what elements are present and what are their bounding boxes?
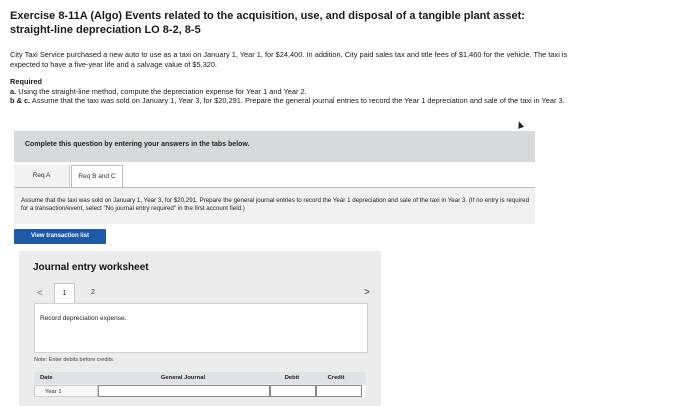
tab-req-b-and-c[interactable]: Req B and C xyxy=(71,165,123,187)
chevron-right-icon[interactable]: > xyxy=(364,287,370,298)
req-bc-text: Assume that the taxi was sold on January… xyxy=(31,96,565,105)
journal-table-header: Date General Journal Debit Credit xyxy=(34,372,366,384)
mouse-cursor-icon xyxy=(515,120,525,129)
general-journal-account-input[interactable] xyxy=(98,385,270,397)
requirements: Required a. Using the straight-line meth… xyxy=(10,77,570,106)
worksheet-page-1[interactable]: 1 xyxy=(54,283,75,304)
date-cell: Year 1 xyxy=(34,385,98,397)
credit-input[interactable] xyxy=(316,385,362,397)
column-header-general-journal: General Journal xyxy=(160,375,206,381)
banner-text: Complete this question by entering your … xyxy=(25,141,250,148)
chevron-left-icon[interactable]: < xyxy=(37,288,43,299)
column-header-date: Date xyxy=(40,375,53,381)
column-header-debit: Debit xyxy=(284,375,300,381)
entry-description-box: Record depreciation expense. xyxy=(34,303,368,353)
req-a-prefix: a. xyxy=(10,86,17,96)
journal-entry-worksheet: Journal entry worksheet < 1 2 > Record d… xyxy=(19,251,381,406)
column-header-credit: Credit xyxy=(327,375,345,381)
req-a-text: Using the straight-line method, compute … xyxy=(18,86,307,96)
worksheet-page-2[interactable]: 2 xyxy=(91,289,95,296)
exercise-title: Exercise 8-11A (Algo) Events related to … xyxy=(10,10,525,36)
instructions-banner: Complete this question by entering your … xyxy=(14,131,535,162)
worksheet-title: Journal entry worksheet xyxy=(33,262,149,273)
tab-panel: Assume that the taxi was sold on January… xyxy=(14,187,535,224)
tab-req-a[interactable]: Req A xyxy=(14,165,70,187)
table-row: Year 1 xyxy=(34,385,366,397)
tab-panel-instructions: Assume that the taxi was sold on January… xyxy=(21,197,530,212)
req-bc-prefix: b & c. xyxy=(10,96,31,105)
required-label: Required xyxy=(10,77,43,86)
debit-credit-note: Note: Enter debits before credits. xyxy=(34,357,115,363)
view-transaction-list-button[interactable]: View transaction list xyxy=(14,229,106,244)
entry-description: Record depreciation expense. xyxy=(40,315,127,322)
problem-statement: City Taxi Service purchased a new auto t… xyxy=(10,50,568,69)
debit-input[interactable] xyxy=(270,385,316,397)
